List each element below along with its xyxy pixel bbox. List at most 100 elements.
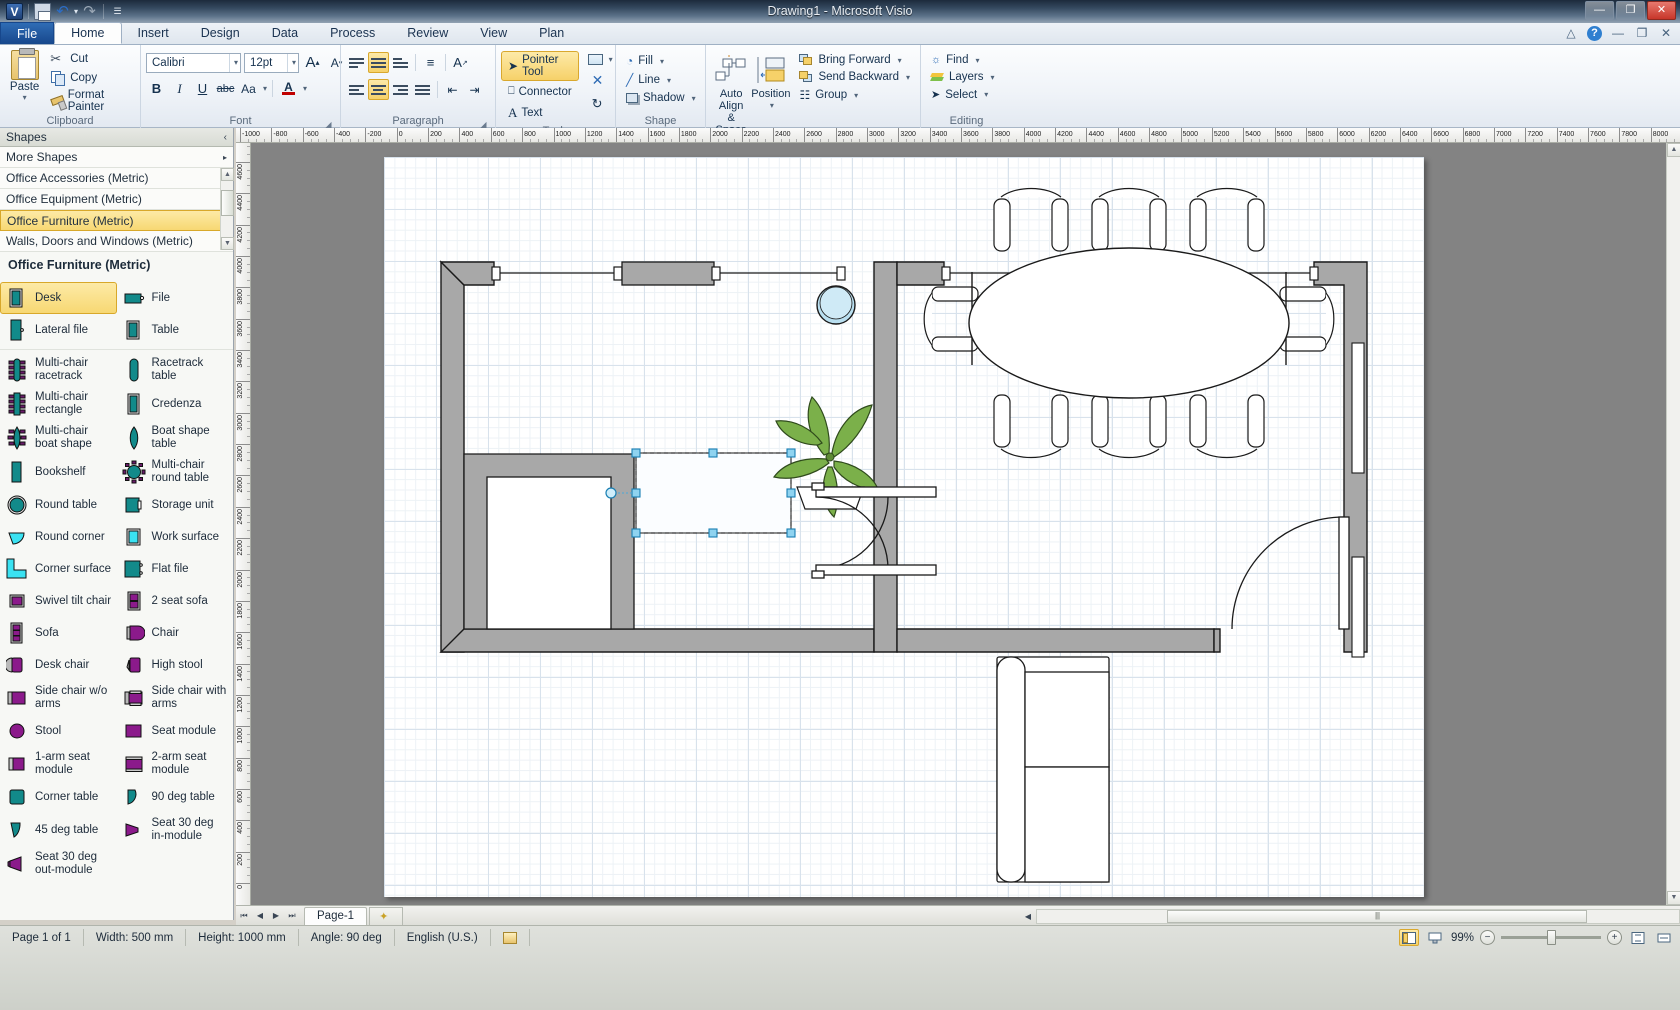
bold-button[interactable]: B — [146, 78, 167, 99]
doc-close-icon[interactable]: ✕ — [1658, 25, 1674, 41]
underline-button[interactable]: U — [192, 78, 213, 99]
help-icon[interactable]: ? — [1587, 26, 1602, 41]
shadow-button[interactable]: Shadow ▾ — [621, 90, 701, 106]
bullets-button[interactable]: ≡ — [420, 52, 441, 73]
stencil-office-equipment[interactable]: Office Equipment (Metric) — [0, 189, 233, 210]
first-page-button[interactable]: ⏮ — [236, 908, 252, 924]
fit-page-button[interactable] — [1628, 929, 1648, 946]
shape-tool-button[interactable]: ▾ — [581, 51, 620, 68]
shape-flat-file[interactable]: Flat file — [117, 553, 234, 585]
closet-enclosure[interactable] — [464, 454, 634, 629]
cut-button[interactable]: Cut — [46, 50, 135, 67]
group-button[interactable]: ☷ Group ▾ — [794, 86, 915, 104]
collapse-panel-icon[interactable]: ‹ — [224, 132, 227, 143]
doc-minimize-icon[interactable]: — — [1610, 25, 1626, 41]
swing-door-right[interactable] — [1232, 517, 1349, 629]
shape-side-chair-wo-arms[interactable]: Side chair w/o arms — [0, 681, 117, 715]
shape-file[interactable]: File — [117, 282, 234, 314]
shape-multi-chair-boat-shape[interactable]: Multi-chair boat shape — [0, 421, 117, 455]
shape-desk[interactable]: Desk — [0, 282, 117, 314]
shape-round-table[interactable]: Round table — [0, 489, 117, 521]
floor-plan-drawing[interactable] — [384, 157, 1424, 897]
paste-button[interactable]: Paste ▾ — [5, 48, 44, 102]
tab-home[interactable]: Home — [54, 22, 121, 44]
auto-align-space-button[interactable]: Auto Align & Space — [711, 48, 751, 136]
shape-side-chair-with-arms[interactable]: Side chair with arms — [117, 681, 234, 715]
scroll-down-icon[interactable]: ▼ — [1667, 891, 1680, 905]
align-bottom-button[interactable] — [390, 52, 411, 73]
fill-dropdown-icon[interactable]: ▾ — [660, 57, 664, 66]
tab-design[interactable]: Design — [185, 23, 256, 44]
font-color-dropdown-icon[interactable]: ▾ — [303, 84, 307, 93]
strikethrough-button[interactable]: abc — [215, 78, 236, 99]
align-left-button[interactable] — [346, 79, 367, 100]
shape-tool-dropdown-icon[interactable]: ▾ — [609, 55, 613, 64]
conference-chair-bottom[interactable] — [1190, 395, 1264, 457]
maximize-button[interactable]: ❐ — [1616, 1, 1645, 20]
canvas-horizontal-scrollbar[interactable]: ◀ — [1020, 906, 1680, 926]
bring-forward-button[interactable]: Bring Forward ▾ — [794, 52, 915, 68]
minimize-ribbon-icon[interactable]: △ — [1563, 25, 1579, 41]
conference-chair-bottom[interactable] — [1092, 395, 1166, 457]
shape-work-surface[interactable]: Work surface — [117, 521, 234, 553]
save-icon[interactable] — [34, 3, 51, 20]
stencil-office-accessories[interactable]: Office Accessories (Metric) — [0, 168, 233, 189]
close-button[interactable]: ✕ — [1647, 1, 1676, 20]
pointer-tool-button[interactable]: ➤ Pointer Tool — [501, 51, 579, 81]
shape-sofa[interactable]: Sofa — [0, 617, 117, 649]
scroll-up-icon[interactable]: ▲ — [1667, 143, 1680, 157]
send-backward-dropdown-icon[interactable]: ▾ — [906, 73, 910, 82]
rotate-tool-button[interactable]: ↻ — [581, 93, 620, 115]
shape-stool[interactable]: Stool — [0, 715, 117, 747]
position-button[interactable]: Position ▾ — [751, 48, 790, 112]
scroll-up-icon[interactable]: ▲ — [221, 168, 234, 181]
normal-view-button[interactable] — [1399, 929, 1419, 946]
shape-racetrack-table[interactable]: Racetrack table — [117, 353, 234, 387]
find-dropdown-icon[interactable]: ▾ — [975, 56, 979, 65]
conference-table-oval[interactable] — [969, 248, 1289, 398]
connector-tool-button[interactable]: ⎕ Connector — [501, 82, 579, 101]
sofa-bottom[interactable] — [997, 657, 1109, 882]
page-tab-page-1[interactable]: Page-1 — [304, 907, 367, 925]
tab-review[interactable]: Review — [391, 23, 464, 44]
font-color-button[interactable]: A — [278, 78, 299, 99]
conference-table-group[interactable] — [924, 189, 1334, 458]
shape-multi-chair-rectangle[interactable]: Multi-chair rectangle — [0, 387, 117, 421]
shape-bookshelf[interactable]: Bookshelf — [0, 455, 117, 489]
align-center-button[interactable] — [368, 79, 389, 100]
shape-seat-30-deg-in-module[interactable]: Seat 30 deg in-module — [117, 813, 234, 847]
minimize-button[interactable]: — — [1585, 1, 1614, 20]
shadow-dropdown-icon[interactable]: ▾ — [692, 94, 696, 103]
shape-multi-chair-racetrack[interactable]: Multi-chair racetrack — [0, 353, 117, 387]
eraser-tool-button[interactable]: ✕ — [581, 69, 620, 92]
position-dropdown-icon[interactable]: ▾ — [753, 100, 790, 112]
insert-page-button[interactable]: ✦ — [369, 907, 403, 925]
text-tool-button[interactable]: A Text — [501, 102, 579, 124]
shape-swivel-tilt-chair[interactable]: Swivel tilt chair — [0, 585, 117, 617]
italic-button[interactable]: I — [169, 78, 190, 99]
scrollbar-thumb[interactable] — [221, 190, 234, 216]
vertical-ruler[interactable]: 0200400600800100012001400160018002000220… — [236, 143, 251, 905]
change-case-button[interactable]: Aa — [238, 78, 259, 99]
stencil-list-scrollbar[interactable]: ▲ ▼ — [220, 168, 233, 250]
layers-button[interactable]: Layers ▾ — [926, 69, 1000, 85]
zoom-slider-track[interactable] — [1501, 936, 1601, 939]
redo-icon[interactable]: ↷ — [81, 3, 98, 20]
tab-file[interactable]: File — [0, 22, 54, 44]
undo-icon[interactable]: ↶ — [54, 3, 71, 20]
shape-storage-unit[interactable]: Storage unit — [117, 489, 234, 521]
shape-multi-chair-round-table[interactable]: Multi-chair round table — [117, 455, 234, 489]
drawing-page[interactable] — [384, 157, 1424, 897]
line-button[interactable]: ╱ Line ▾ — [621, 71, 701, 89]
macro-record-button[interactable] — [491, 929, 530, 946]
hscroll-thumb[interactable] — [1167, 910, 1587, 923]
zoom-in-button[interactable]: + — [1607, 930, 1622, 945]
stencil-office-furniture[interactable]: Office Furniture (Metric) — [0, 210, 233, 231]
tab-plan[interactable]: Plan — [523, 23, 580, 44]
customize-qat-icon[interactable]: ☰ — [109, 3, 126, 20]
scroll-left-icon[interactable]: ◀ — [1020, 908, 1036, 924]
next-page-button[interactable]: ▶ — [268, 908, 284, 924]
paste-dropdown-icon[interactable]: ▾ — [5, 93, 44, 102]
chevron-down-icon[interactable]: ▾ — [287, 54, 296, 72]
status-language[interactable]: English (U.S.) — [395, 929, 491, 946]
